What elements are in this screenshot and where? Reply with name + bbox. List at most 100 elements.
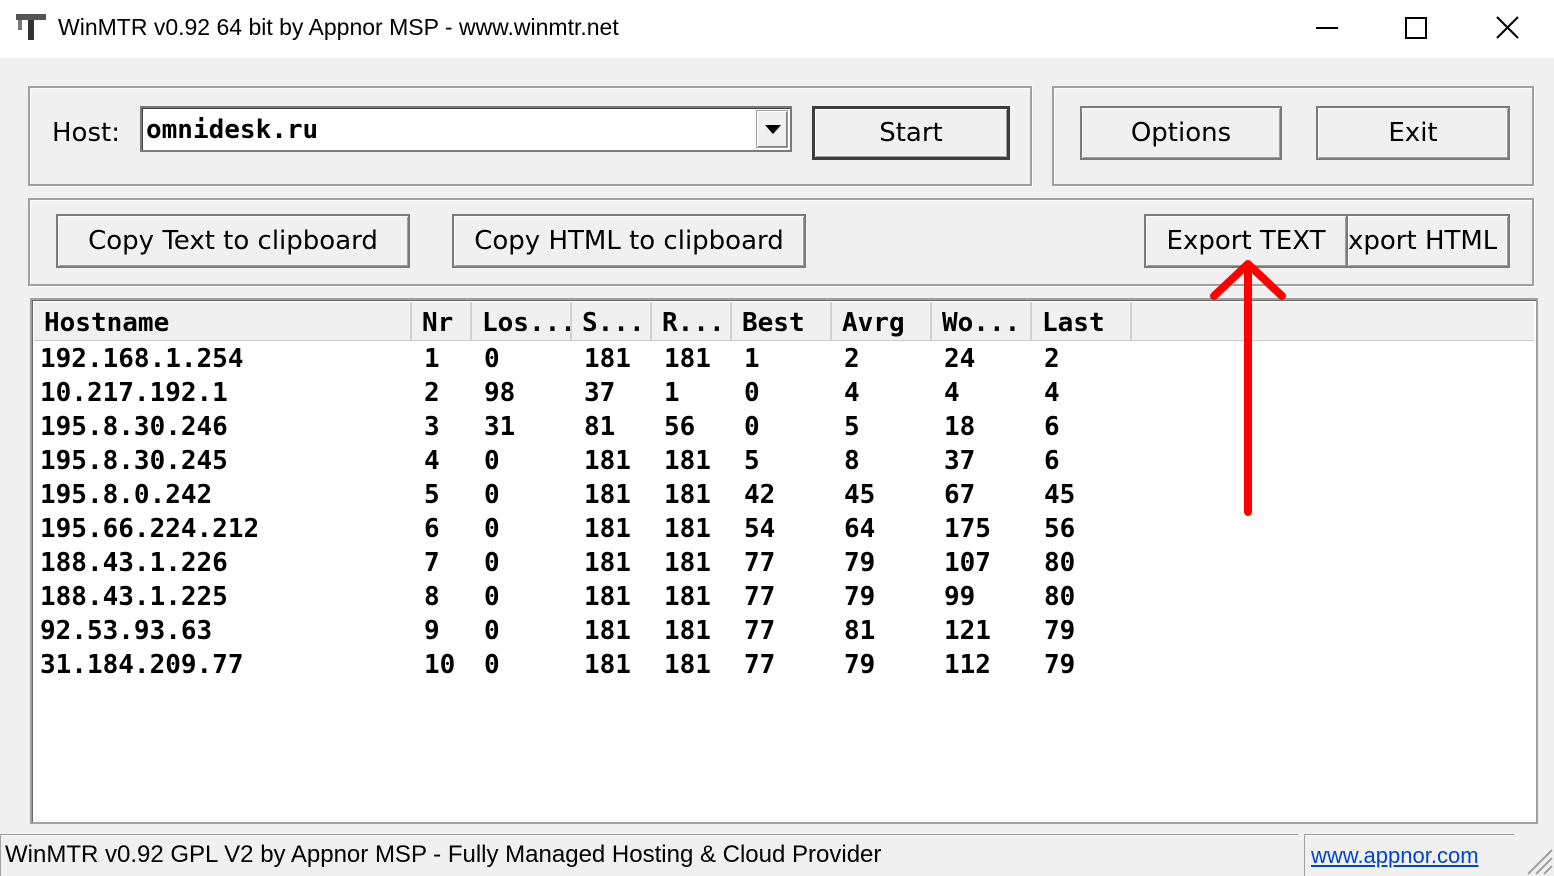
table-row[interactable]: 195.8.30.246 3 31 81 56 0 5 18 6 xyxy=(32,410,1532,444)
minimize-icon xyxy=(1316,27,1338,29)
cell-last: 4 xyxy=(1044,378,1060,408)
cell-recv: 181 xyxy=(664,616,711,646)
maximize-button[interactable] xyxy=(1372,0,1464,56)
cell-worst: 121 xyxy=(944,616,991,646)
minimize-button[interactable] xyxy=(1282,0,1374,56)
cell-worst: 37 xyxy=(944,446,976,476)
table-row[interactable]: 188.43.1.225 8 0 181 181 77 79 99 80 xyxy=(32,580,1532,614)
cell-best: 1 xyxy=(744,344,760,374)
cell-nr: 5 xyxy=(424,480,440,510)
column-header-loss[interactable]: Los... xyxy=(472,302,572,340)
copy-text-button[interactable]: Copy Text to clipboard xyxy=(56,214,410,268)
cell-best: 77 xyxy=(744,582,776,612)
cell-worst: 4 xyxy=(944,378,960,408)
options-button[interactable]: Options xyxy=(1080,106,1282,160)
cell-loss: 0 xyxy=(484,548,500,578)
cell-hostname: 92.53.93.63 xyxy=(40,616,213,646)
cell-recv: 181 xyxy=(664,582,711,612)
cell-last: 80 xyxy=(1044,548,1076,578)
cell-worst: 18 xyxy=(944,412,976,442)
host-dropdown-button[interactable] xyxy=(756,110,788,148)
cell-sent: 181 xyxy=(584,650,631,680)
cell-hostname: 31.184.209.77 xyxy=(40,650,244,680)
cell-loss: 0 xyxy=(484,514,500,544)
cell-last: 56 xyxy=(1044,514,1076,544)
column-header-worst[interactable]: Wo... xyxy=(932,302,1032,340)
cell-best: 5 xyxy=(744,446,760,476)
cell-hostname: 192.168.1.254 xyxy=(40,344,244,374)
table-header: Hostname Nr Los... S... R... Best Avrg Wo... Las… xyxy=(34,302,1534,341)
column-header-hostname[interactable]: Hostname xyxy=(34,302,412,340)
appnor-link[interactable]: www.appnor.com xyxy=(1311,843,1479,869)
cell-last: 6 xyxy=(1044,412,1060,442)
cell-avrg: 4 xyxy=(844,378,860,408)
exit-button[interactable]: Exit xyxy=(1316,106,1510,160)
host-input[interactable] xyxy=(146,112,746,148)
cell-best: 77 xyxy=(744,616,776,646)
cell-sent: 181 xyxy=(584,514,631,544)
export-html-button[interactable]: xport HTML xyxy=(1346,214,1510,268)
cell-hostname: 195.8.30.245 xyxy=(40,446,228,476)
cell-hostname: 195.66.224.212 xyxy=(40,514,260,544)
table-row[interactable]: 92.53.93.63 9 0 181 181 77 81 121 79 xyxy=(32,614,1532,648)
table-row[interactable]: 31.184.209.77 10 0 181 181 77 79 112 79 xyxy=(32,648,1532,682)
cell-recv: 181 xyxy=(664,514,711,544)
cell-avrg: 64 xyxy=(844,514,876,544)
table-row[interactable]: 188.43.1.226 7 0 181 181 77 79 107 80 xyxy=(32,546,1532,580)
cell-last: 79 xyxy=(1044,616,1076,646)
cell-sent: 37 xyxy=(584,378,616,408)
cell-hostname: 195.8.0.242 xyxy=(40,480,213,510)
close-icon xyxy=(1496,16,1519,39)
table-row[interactable]: 195.8.0.242 5 0 181 181 42 45 67 45 xyxy=(32,478,1532,512)
cell-nr: 6 xyxy=(424,514,440,544)
copy-html-button[interactable]: Copy HTML to clipboard xyxy=(452,214,806,268)
cell-hostname: 10.217.192.1 xyxy=(40,378,228,408)
column-header-best[interactable]: Best xyxy=(732,302,832,340)
column-header-nr[interactable]: Nr xyxy=(412,302,472,340)
cell-loss: 0 xyxy=(484,344,500,374)
cell-recv: 56 xyxy=(664,412,696,442)
table-row[interactable]: 195.8.30.245 4 0 181 181 5 8 37 6 xyxy=(32,444,1532,478)
cell-best: 0 xyxy=(744,378,760,408)
cell-avrg: 45 xyxy=(844,480,876,510)
status-pane-main: WinMTR v0.92 GPL V2 by Appnor MSP - Full… xyxy=(0,834,1298,876)
cell-nr: 1 xyxy=(424,344,440,374)
cell-hostname: 188.43.1.225 xyxy=(40,582,228,612)
table-row[interactable]: 195.66.224.212 6 0 181 181 54 64 175 56 xyxy=(32,512,1532,546)
cell-worst: 24 xyxy=(944,344,976,374)
maximize-icon xyxy=(1405,17,1427,39)
start-button[interactable]: Start xyxy=(812,106,1010,160)
column-header-recv[interactable]: R... xyxy=(652,302,732,340)
table-row[interactable]: 192.168.1.254 1 0 181 181 1 2 24 2 xyxy=(32,342,1532,376)
cell-hostname: 195.8.30.246 xyxy=(40,412,228,442)
window-title: WinMTR v0.92 64 bit by Appnor MSP - www.… xyxy=(58,14,619,40)
cell-avrg: 79 xyxy=(844,548,876,578)
cell-hostname: 188.43.1.226 xyxy=(40,548,228,578)
cell-loss: 98 xyxy=(484,378,516,408)
cell-nr: 9 xyxy=(424,616,440,646)
cell-loss: 31 xyxy=(484,412,516,442)
cell-recv: 181 xyxy=(664,344,711,374)
host-combobox[interactable] xyxy=(140,106,792,152)
close-button[interactable] xyxy=(1462,0,1554,56)
cell-worst: 107 xyxy=(944,548,991,578)
cell-avrg: 5 xyxy=(844,412,860,442)
cell-sent: 181 xyxy=(584,616,631,646)
column-header-last[interactable]: Last xyxy=(1032,302,1132,340)
cell-nr: 4 xyxy=(424,446,440,476)
results-table[interactable]: Hostname Nr Los... S... R... Best Avrg Wo... Las… xyxy=(30,298,1538,824)
cell-avrg: 8 xyxy=(844,446,860,476)
cell-last: 6 xyxy=(1044,446,1060,476)
column-header-sent[interactable]: S... xyxy=(572,302,652,340)
column-header-avrg[interactable]: Avrg xyxy=(832,302,932,340)
cell-avrg: 81 xyxy=(844,616,876,646)
resize-grip-icon[interactable] xyxy=(1514,836,1554,876)
cell-worst: 67 xyxy=(944,480,976,510)
cell-nr: 2 xyxy=(424,378,440,408)
cell-last: 2 xyxy=(1044,344,1060,374)
cell-best: 54 xyxy=(744,514,776,544)
status-pane-link: www.appnor.com xyxy=(1304,834,1514,876)
cell-avrg: 79 xyxy=(844,650,876,680)
status-text: WinMTR v0.92 GPL V2 by Appnor MSP - Full… xyxy=(5,841,882,868)
table-row[interactable]: 10.217.192.1 2 98 37 1 0 4 4 4 xyxy=(32,376,1532,410)
